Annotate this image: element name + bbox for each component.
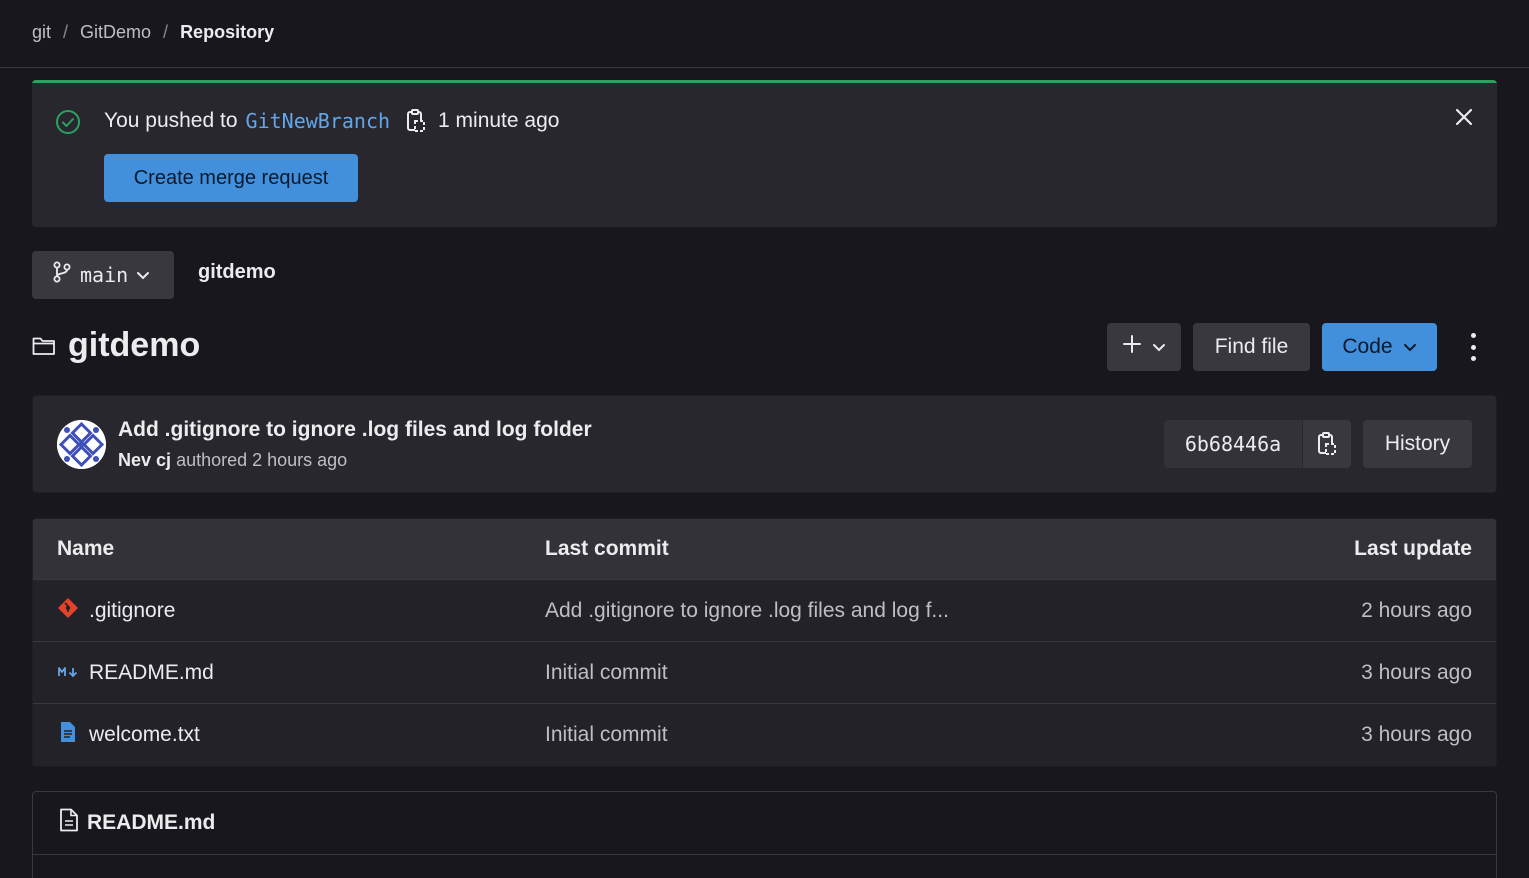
add-dropdown-button[interactable] — [1107, 323, 1181, 371]
file-commit-link[interactable]: Initial commit — [545, 642, 668, 703]
file-commit-link[interactable]: Add .gitignore to ignore .log files and … — [545, 580, 949, 641]
breadcrumb: git / GitDemo / Repository — [32, 22, 274, 43]
text-file-icon — [57, 721, 79, 749]
copy-icon[interactable] — [406, 109, 426, 133]
push-alert: You pushed to GitNewBranch 1 minute ago … — [32, 80, 1497, 227]
file-commit-link[interactable]: Initial commit — [545, 704, 668, 766]
commit-time: authored 2 hours ago — [176, 450, 348, 470]
breadcrumb-current[interactable]: Repository — [180, 22, 274, 43]
avatar[interactable] — [57, 420, 106, 469]
close-icon[interactable] — [1455, 108, 1473, 131]
markdown-icon — [57, 661, 79, 685]
folder-icon — [32, 336, 56, 361]
breadcrumb-separator: / — [63, 22, 69, 42]
commit-title-link[interactable]: Add .gitignore to ignore .log files and … — [118, 418, 592, 442]
file-updated: 3 hours ago — [1361, 660, 1472, 684]
document-icon — [59, 808, 79, 838]
file-name-cell: README.md — [57, 642, 214, 703]
commit-sha-group: 6b68446a — [1164, 420, 1351, 468]
alert-prefix: You pushed to — [104, 109, 238, 132]
branch-label: main — [80, 263, 129, 287]
file-updated: 2 hours ago — [1361, 598, 1472, 622]
breadcrumb-item-git[interactable]: git — [32, 22, 51, 43]
table-row[interactable]: .gitignore Add .gitignore to ignore .log… — [33, 580, 1496, 642]
more-actions-icon[interactable] — [1462, 333, 1484, 361]
readme-title[interactable]: README.md — [87, 811, 215, 835]
file-name-link[interactable]: README.md — [89, 661, 214, 685]
alert-message: You pushed to GitNewBranch 1 minute ago — [104, 109, 559, 133]
chevron-down-icon — [136, 264, 150, 287]
last-commit-panel: Add .gitignore to ignore .log files and … — [32, 395, 1497, 493]
plus-icon — [1122, 334, 1142, 360]
commit-author[interactable]: Nev cj — [118, 450, 171, 470]
find-file-button[interactable]: Find file — [1193, 323, 1310, 371]
file-table: Name Last commit Last update .gitignore … — [32, 518, 1497, 767]
file-updated: 3 hours ago — [1361, 723, 1472, 746]
table-header: Name Last commit Last update — [33, 519, 1496, 580]
header-last-commit: Last commit — [545, 537, 669, 560]
alert-progress-bar — [32, 80, 1497, 83]
branch-selector-button[interactable]: main — [32, 251, 174, 299]
file-name-cell: welcome.txt — [57, 704, 200, 766]
file-name-link[interactable]: welcome.txt — [89, 723, 200, 747]
breadcrumb-separator: / — [163, 22, 169, 42]
chevron-down-icon — [1403, 335, 1417, 359]
code-button-label: Code — [1342, 335, 1393, 358]
repo-path-crumb[interactable]: gitdemo — [198, 261, 276, 284]
page-title: gitdemo — [68, 326, 201, 364]
check-circle-icon — [55, 109, 81, 140]
create-merge-request-button[interactable]: Create merge request — [104, 154, 358, 202]
code-dropdown-button[interactable]: Code — [1322, 323, 1437, 371]
copy-icon[interactable] — [1302, 420, 1351, 468]
history-button[interactable]: History — [1363, 420, 1472, 468]
alert-branch-link[interactable]: GitNewBranch — [246, 109, 391, 133]
breadcrumb-item-gitdemo[interactable]: GitDemo — [80, 22, 151, 43]
file-name-link[interactable]: .gitignore — [89, 599, 175, 623]
git-logo-icon — [57, 597, 79, 625]
table-row[interactable]: welcome.txt Initial commit 3 hours ago — [33, 704, 1496, 766]
commit-sha[interactable]: 6b68446a — [1164, 420, 1302, 468]
header-last-update: Last update — [1354, 537, 1472, 560]
table-row[interactable]: README.md Initial commit 3 hours ago — [33, 642, 1496, 704]
top-bar: git / GitDemo / Repository — [0, 0, 1529, 68]
readme-header: README.md — [33, 792, 1496, 855]
readme-panel: README.md — [32, 791, 1497, 878]
branch-icon — [52, 261, 72, 289]
chevron-down-icon — [1152, 335, 1166, 359]
commit-meta: Nev cj authored 2 hours ago — [118, 450, 347, 471]
alert-time: 1 minute ago — [438, 109, 560, 132]
file-name-cell: .gitignore — [57, 580, 175, 641]
header-name: Name — [57, 537, 115, 560]
